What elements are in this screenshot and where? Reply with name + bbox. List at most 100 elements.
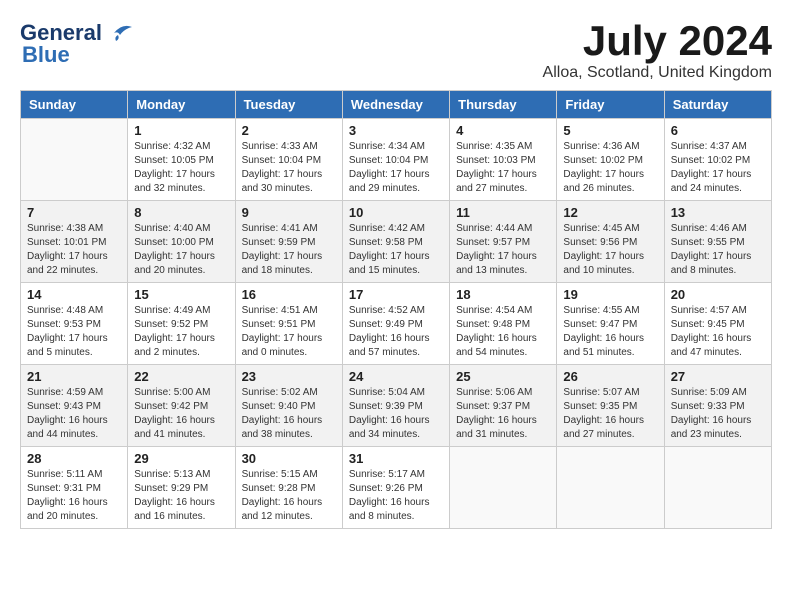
calendar-cell: 4 Sunrise: 4:35 AM Sunset: 10:03 PM Dayli…: [450, 119, 557, 201]
calendar-cell: 10Sunrise: 4:42 AM Sunset: 9:58 PM Dayli…: [342, 201, 449, 283]
day-info: Sunrise: 4:36 AM Sunset: 10:02 PM Daylig…: [563, 140, 657, 196]
day-number: 25: [456, 369, 550, 384]
calendar-cell: 28Sunrise: 5:11 AM Sunset: 9:31 PM Dayli…: [21, 447, 128, 529]
day-number: 20: [671, 287, 765, 302]
page-header: General Blue July 2024 Alloa, Scotland, …: [20, 20, 772, 82]
day-number: 24: [349, 369, 443, 384]
calendar-week-row: 14 Sunrise: 4:48 AM Sunset: 9:53 PM Dayli…: [21, 283, 772, 365]
month-title: July 2024: [543, 20, 772, 62]
day-info: Sunrise: 4:34 AM Sunset: 10:04 PM Daylig…: [349, 140, 443, 196]
header-tuesday: Tuesday: [235, 91, 342, 119]
day-info: Sunrise: 4:49 AM Sunset: 9:52 PM Dayligh…: [134, 304, 228, 360]
calendar-cell: 13 Sunrise: 4:46 AM Sunset: 9:55 PM Dayli…: [664, 201, 771, 283]
calendar-cell: 23Sunrise: 5:02 AM Sunset: 9:40 PM Dayli…: [235, 365, 342, 447]
day-info: Sunrise: 4:33 AM Sunset: 10:04 PM Daylig…: [242, 140, 336, 196]
day-number: 22: [134, 369, 228, 384]
logo: General Blue: [20, 20, 132, 68]
calendar-cell: [664, 447, 771, 529]
day-number: 30: [242, 451, 336, 466]
day-number: 13: [671, 205, 765, 220]
day-number: 27: [671, 369, 765, 384]
day-number: 2: [242, 123, 336, 138]
day-number: 6: [671, 123, 765, 138]
day-info: Sunrise: 5:02 AM Sunset: 9:40 PM Dayligh…: [242, 386, 336, 442]
day-number: 8: [134, 205, 228, 220]
calendar-cell: 18 Sunrise: 4:54 AM Sunset: 9:48 PM Dayli…: [450, 283, 557, 365]
header-sunday: Sunday: [21, 91, 128, 119]
calendar-cell: 20 Sunrise: 4:57 AM Sunset: 9:45 PM Dayli…: [664, 283, 771, 365]
day-number: 1: [134, 123, 228, 138]
day-info: Sunrise: 5:00 AM Sunset: 9:42 PM Dayligh…: [134, 386, 228, 442]
day-number: 21: [27, 369, 121, 384]
header-monday: Monday: [128, 91, 235, 119]
calendar-cell: 3 Sunrise: 4:34 AM Sunset: 10:04 PM Dayli…: [342, 119, 449, 201]
calendar-cell: 8 Sunrise: 4:40 AM Sunset: 10:00 PM Dayli…: [128, 201, 235, 283]
day-info: Sunrise: 4:32 AM Sunset: 10:05 PM Daylig…: [134, 140, 228, 196]
calendar-week-row: 1 Sunrise: 4:32 AM Sunset: 10:05 PM Dayli…: [21, 119, 772, 201]
day-info: Sunrise: 5:11 AM Sunset: 9:31 PM Dayligh…: [27, 468, 121, 524]
day-info: Sunrise: 4:52 AM Sunset: 9:49 PM Dayligh…: [349, 304, 443, 360]
day-info: Sunrise: 5:09 AM Sunset: 9:33 PM Dayligh…: [671, 386, 765, 442]
day-number: 11: [456, 205, 550, 220]
calendar-cell: 16Sunrise: 4:51 AM Sunset: 9:51 PM Dayli…: [235, 283, 342, 365]
day-number: 14: [27, 287, 121, 302]
day-number: 19: [563, 287, 657, 302]
calendar-cell: 25 Sunrise: 5:06 AM Sunset: 9:37 PM Dayli…: [450, 365, 557, 447]
day-info: Sunrise: 5:17 AM Sunset: 9:26 PM Dayligh…: [349, 468, 443, 524]
header-friday: Friday: [557, 91, 664, 119]
day-number: 5: [563, 123, 657, 138]
calendar-cell: 21 Sunrise: 4:59 AM Sunset: 9:43 PM Dayli…: [21, 365, 128, 447]
calendar-cell: 5 Sunrise: 4:36 AM Sunset: 10:02 PM Dayli…: [557, 119, 664, 201]
day-number: 12: [563, 205, 657, 220]
calendar-cell: 11Sunrise: 4:44 AM Sunset: 9:57 PM Dayli…: [450, 201, 557, 283]
day-info: Sunrise: 4:46 AM Sunset: 9:55 PM Dayligh…: [671, 222, 765, 278]
calendar-cell: 22 Sunrise: 5:00 AM Sunset: 9:42 PM Dayli…: [128, 365, 235, 447]
calendar-cell: 31 Sunrise: 5:17 AM Sunset: 9:26 PM Dayli…: [342, 447, 449, 529]
calendar-cell: 2 Sunrise: 4:33 AM Sunset: 10:04 PM Dayli…: [235, 119, 342, 201]
day-number: 3: [349, 123, 443, 138]
header-thursday: Thursday: [450, 91, 557, 119]
calendar-cell: [557, 447, 664, 529]
calendar-table: SundayMondayTuesdayWednesdayThursdayFrid…: [20, 90, 772, 529]
header-wednesday: Wednesday: [342, 91, 449, 119]
calendar-cell: 1 Sunrise: 4:32 AM Sunset: 10:05 PM Dayli…: [128, 119, 235, 201]
day-info: Sunrise: 4:54 AM Sunset: 9:48 PM Dayligh…: [456, 304, 550, 360]
day-info: Sunrise: 5:15 AM Sunset: 9:28 PM Dayligh…: [242, 468, 336, 524]
day-info: Sunrise: 4:57 AM Sunset: 9:45 PM Dayligh…: [671, 304, 765, 360]
day-info: Sunrise: 4:55 AM Sunset: 9:47 PM Dayligh…: [563, 304, 657, 360]
day-number: 26: [563, 369, 657, 384]
logo-blue: Blue: [22, 42, 70, 68]
day-info: Sunrise: 5:07 AM Sunset: 9:35 PM Dayligh…: [563, 386, 657, 442]
day-number: 10: [349, 205, 443, 220]
calendar-header-row: SundayMondayTuesdayWednesdayThursdayFrid…: [21, 91, 772, 119]
calendar-cell: [21, 119, 128, 201]
calendar-cell: 24Sunrise: 5:04 AM Sunset: 9:39 PM Dayli…: [342, 365, 449, 447]
day-info: Sunrise: 4:45 AM Sunset: 9:56 PM Dayligh…: [563, 222, 657, 278]
calendar-cell: 27 Sunrise: 5:09 AM Sunset: 9:33 PM Dayli…: [664, 365, 771, 447]
day-number: 18: [456, 287, 550, 302]
calendar-cell: 30 Sunrise: 5:15 AM Sunset: 9:28 PM Dayli…: [235, 447, 342, 529]
day-info: Sunrise: 4:59 AM Sunset: 9:43 PM Dayligh…: [27, 386, 121, 442]
day-info: Sunrise: 4:35 AM Sunset: 10:03 PM Daylig…: [456, 140, 550, 196]
day-info: Sunrise: 4:41 AM Sunset: 9:59 PM Dayligh…: [242, 222, 336, 278]
day-info: Sunrise: 4:40 AM Sunset: 10:00 PM Daylig…: [134, 222, 228, 278]
header-saturday: Saturday: [664, 91, 771, 119]
calendar-week-row: 21 Sunrise: 4:59 AM Sunset: 9:43 PM Dayli…: [21, 365, 772, 447]
day-number: 17: [349, 287, 443, 302]
day-info: Sunrise: 5:06 AM Sunset: 9:37 PM Dayligh…: [456, 386, 550, 442]
day-number: 29: [134, 451, 228, 466]
calendar-cell: 7Sunrise: 4:38 AM Sunset: 10:01 PM Dayli…: [21, 201, 128, 283]
day-number: 31: [349, 451, 443, 466]
calendar-cell: 15 Sunrise: 4:49 AM Sunset: 9:52 PM Dayli…: [128, 283, 235, 365]
day-info: Sunrise: 4:48 AM Sunset: 9:53 PM Dayligh…: [27, 304, 121, 360]
calendar-cell: 17 Sunrise: 4:52 AM Sunset: 9:49 PM Dayli…: [342, 283, 449, 365]
calendar-week-row: 7Sunrise: 4:38 AM Sunset: 10:01 PM Dayli…: [21, 201, 772, 283]
day-number: 4: [456, 123, 550, 138]
day-info: Sunrise: 5:13 AM Sunset: 9:29 PM Dayligh…: [134, 468, 228, 524]
day-info: Sunrise: 4:51 AM Sunset: 9:51 PM Dayligh…: [242, 304, 336, 360]
calendar-cell: 14 Sunrise: 4:48 AM Sunset: 9:53 PM Dayli…: [21, 283, 128, 365]
day-number: 15: [134, 287, 228, 302]
calendar-cell: 12 Sunrise: 4:45 AM Sunset: 9:56 PM Dayli…: [557, 201, 664, 283]
calendar-cell: 19 Sunrise: 4:55 AM Sunset: 9:47 PM Dayli…: [557, 283, 664, 365]
calendar-week-row: 28Sunrise: 5:11 AM Sunset: 9:31 PM Dayli…: [21, 447, 772, 529]
